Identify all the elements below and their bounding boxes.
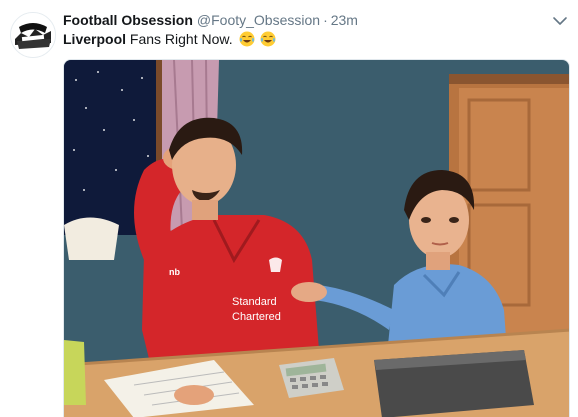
shirt-sponsor-line2: Chartered	[232, 311, 281, 323]
separator-dot: ·	[323, 12, 328, 28]
profile-avatar[interactable]	[10, 12, 56, 58]
display-name[interactable]: Football Obsession	[63, 12, 193, 28]
tweet-header: Football Obsession @Footy_Obsession · 23m	[63, 10, 358, 30]
shirt-brand: nb	[169, 267, 180, 277]
tweet-text: Liverpool Fans Right Now.	[63, 29, 276, 49]
tweet-image[interactable]: Standard Chartered nb	[63, 59, 570, 417]
tweet-text-bold[interactable]: Liverpool	[63, 31, 126, 47]
chevron-down-icon[interactable]	[551, 12, 569, 30]
tears-of-joy-emoji-icon	[260, 31, 276, 47]
tweet-text-rest: Fans Right Now.	[126, 31, 233, 47]
shirt-sponsor-line1: Standard	[232, 296, 277, 308]
shirt-crest-icon	[269, 257, 282, 272]
tweet: Football Obsession @Footy_Obsession · 23m L…	[0, 0, 578, 417]
illustration-father-and-son: Standard Chartered nb	[64, 60, 569, 417]
tweet-timestamp[interactable]: 23m	[331, 12, 358, 28]
avatar-logo	[11, 13, 55, 57]
user-handle[interactable]: @Footy_Obsession	[197, 12, 320, 28]
tears-of-joy-emoji-icon	[239, 31, 255, 47]
